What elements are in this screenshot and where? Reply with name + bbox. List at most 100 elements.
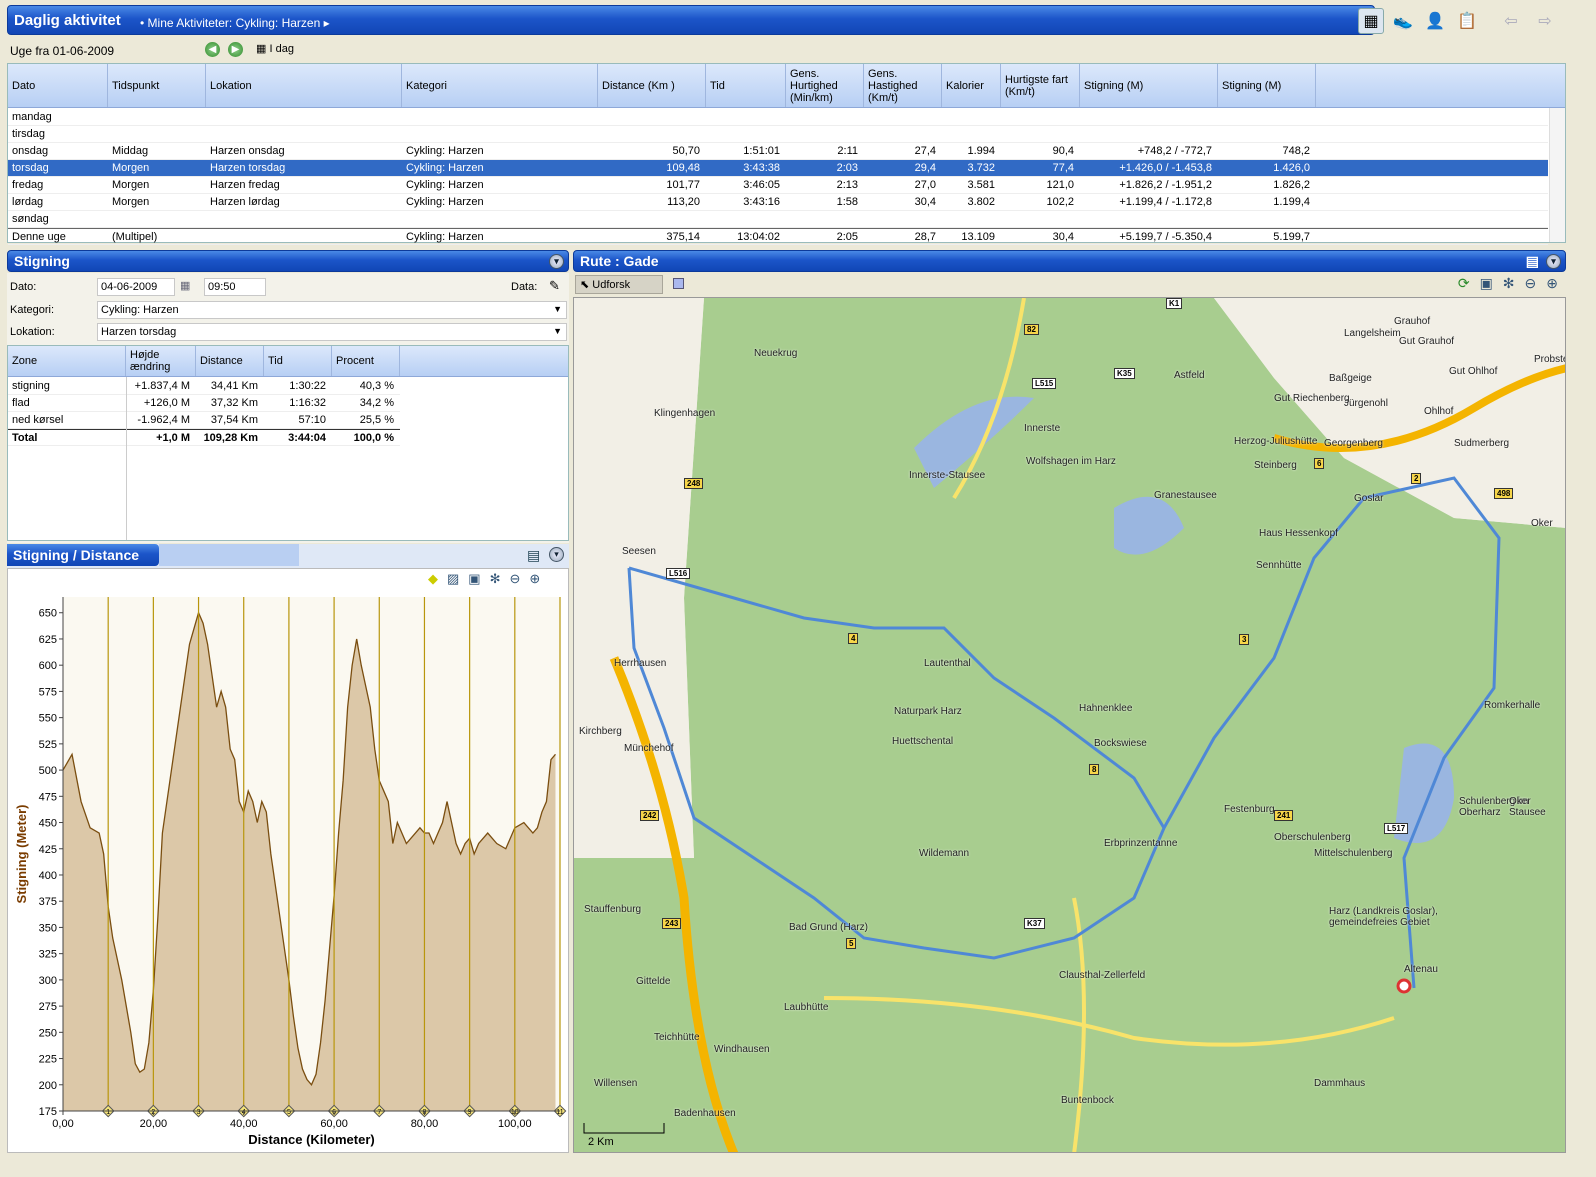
- y-tick-label: 275: [39, 1001, 57, 1013]
- table-cell: 2:03: [836, 162, 858, 174]
- save-icon[interactable]: ▣: [1480, 275, 1493, 292]
- settings-icon[interactable]: ✻: [1503, 275, 1515, 292]
- refresh-icon[interactable]: ⟳: [1458, 275, 1470, 292]
- place-label: Seesen: [622, 546, 656, 557]
- zoom-in-icon[interactable]: ⊕: [1546, 275, 1558, 292]
- table-cell: Cykling: Harzen: [406, 196, 484, 208]
- place-label: Probste: [1534, 354, 1566, 365]
- collapse-icon[interactable]: ▾: [549, 254, 564, 269]
- forward-arrow-icon[interactable]: ⇨: [1532, 8, 1558, 34]
- zone-cell: -1.962,4 M: [137, 414, 190, 426]
- road-shield: L516: [666, 568, 691, 579]
- column-header[interactable]: Dato: [8, 64, 108, 107]
- zone-column-header[interactable]: Procent: [332, 346, 400, 376]
- chevron-down-icon: ▼: [553, 326, 562, 336]
- layout-icon[interactable]: ▤: [527, 547, 540, 564]
- place-label: Astfeld: [1174, 370, 1205, 381]
- road-shield: L515: [1032, 378, 1057, 389]
- chart-title: Stigning / Distance: [13, 547, 140, 563]
- table-cell: 2:11: [837, 145, 858, 157]
- zoom-out-icon[interactable]: ⊖: [510, 571, 521, 587]
- calendar-icon[interactable]: ▦: [1358, 8, 1384, 34]
- column-header[interactable]: Distance (Km ): [598, 64, 706, 107]
- zone-row[interactable]: flad +126,0 M 37,32 Km 1:16:32 34,2 %: [8, 395, 400, 412]
- collapse-icon[interactable]: ▾: [1546, 254, 1561, 269]
- settings-icon[interactable]: ✻: [490, 571, 501, 587]
- kategori-select[interactable]: Cykling: Harzen ▼: [97, 301, 567, 319]
- column-header[interactable]: Lokation: [206, 64, 402, 107]
- column-header[interactable]: Stigning (M): [1218, 64, 1316, 107]
- table-row[interactable]: lørdag Morgen Harzen lørdag Cykling: Harzen…: [8, 194, 1548, 211]
- table-cell: fredag: [12, 179, 44, 191]
- table-scrollbar[interactable]: [1549, 108, 1565, 242]
- table-row[interactable]: torsdag Morgen Harzen torsdag Cykling: Harz…: [8, 160, 1548, 177]
- table-cell: Harzen lørdag: [210, 196, 280, 208]
- next-week-icon[interactable]: ▶: [228, 42, 243, 57]
- table-row[interactable]: fredag Morgen Harzen fredag Cykling: Harzen…: [8, 177, 1548, 194]
- zone-row[interactable]: Total +1,0 M 109,28 Km 3:44:04 100,0 %: [8, 429, 400, 446]
- athlete-icon[interactable]: 👤: [1422, 8, 1448, 34]
- table-row[interactable]: onsdag Middag Harzen onsdag Cykling: Harzen…: [8, 143, 1548, 160]
- map-view[interactable]: Langelsheim Astfeld Grauhof Gut Grauhof Gut …: [573, 297, 1566, 1153]
- zone-column-header[interactable]: Distance: [196, 346, 264, 376]
- report-icon[interactable]: 📋: [1454, 8, 1480, 34]
- table-row[interactable]: søndag: [8, 211, 1548, 228]
- table-row[interactable]: tirsdag: [8, 126, 1548, 143]
- column-header[interactable]: Tid: [706, 64, 786, 107]
- time-field[interactable]: 09:50: [204, 278, 266, 296]
- zoom-in-icon[interactable]: ⊕: [529, 571, 540, 587]
- back-arrow-icon[interactable]: ⇦: [1498, 8, 1524, 34]
- column-header[interactable]: Hurtigste fart (Km/t): [1001, 64, 1080, 107]
- table-row[interactable]: Denne uge (Multipel) Cykling: Harzen 375,14…: [8, 228, 1548, 245]
- y-tick-label: 525: [39, 739, 57, 751]
- table-cell: Cykling: Harzen: [406, 179, 484, 191]
- road-shield: 8: [1089, 764, 1100, 775]
- zone-column-header[interactable]: Tid: [264, 346, 332, 376]
- zone-cell: +1.837,4 M: [134, 380, 190, 392]
- table-cell: 1.426,0: [1273, 162, 1310, 174]
- column-header[interactable]: Kategori: [402, 64, 598, 107]
- marker-icon[interactable]: ◆: [428, 571, 438, 587]
- zone-column-header[interactable]: Højde ændring: [126, 346, 196, 376]
- place-label: Herzog-Juliushütte: [1234, 436, 1318, 447]
- place-label: Wolfshagen im Harz: [1026, 456, 1116, 467]
- breadcrumb[interactable]: • Mine Aktiviteter: Cykling: Harzen ▸: [140, 16, 330, 30]
- prev-week-icon[interactable]: ◀: [205, 42, 220, 57]
- column-header[interactable]: Gens. Hastighed (Km/t): [864, 64, 942, 107]
- shoe-icon[interactable]: 👟: [1390, 8, 1416, 34]
- date-picker-icon[interactable]: ▦: [180, 279, 190, 292]
- table-cell: 28,7: [914, 231, 936, 243]
- column-header[interactable]: Kalorier: [942, 64, 1001, 107]
- zone-column-header[interactable]: Zone: [8, 346, 126, 376]
- lokation-label: Lokation:: [10, 326, 55, 338]
- place-label: Mittelschulenberg: [1314, 848, 1393, 859]
- zoom-out-icon[interactable]: ⊖: [1525, 275, 1537, 292]
- zone-row[interactable]: stigning +1.837,4 M 34,41 Km 1:30:22 40,3 %: [8, 378, 400, 395]
- lokation-select[interactable]: Harzen torsdag ▼: [97, 323, 567, 341]
- column-header[interactable]: Gens. Hurtighed (Min/km): [786, 64, 864, 107]
- place-label: Granestausee: [1154, 490, 1217, 501]
- column-header[interactable]: Tidspunkt: [108, 64, 206, 107]
- zone-row[interactable]: ned kørsel -1.962,4 M 37,54 Km 57:10 25,5 %: [8, 412, 400, 429]
- column-header[interactable]: Stigning (M): [1080, 64, 1218, 107]
- elevation-chart[interactable]: 1234567891011175200225250275300325350375…: [8, 589, 568, 1152]
- table-cell: 3:43:16: [743, 196, 780, 208]
- zone-cell: 34,2 %: [359, 397, 394, 409]
- today-button[interactable]: ▦ I dag: [256, 42, 294, 55]
- collapse-icon[interactable]: ▾: [549, 547, 564, 562]
- date-field[interactable]: 04-06-2009: [97, 278, 175, 296]
- table-cell: 113,20: [667, 196, 700, 208]
- activity-table: Dato Tidspunkt Lokation Kategori Distance (K…: [7, 63, 1566, 245]
- table-cell: 1:51:01: [743, 145, 780, 157]
- chart-type-icon[interactable]: ▨: [447, 571, 459, 587]
- edit-pencil-icon[interactable]: ✎: [549, 278, 560, 294]
- chevron-down-icon: ▼: [553, 304, 562, 314]
- select-icon[interactable]: [673, 278, 684, 289]
- place-label: Teichhütte: [654, 1032, 700, 1043]
- table-cell: Cykling: Harzen: [406, 231, 484, 243]
- table-row[interactable]: mandag: [8, 109, 1548, 126]
- layout-icon[interactable]: ▤: [1526, 253, 1539, 270]
- save-icon[interactable]: ▣: [468, 571, 480, 587]
- explore-button[interactable]: ⬉ Udforsk: [575, 275, 663, 294]
- y-tick-label: 200: [39, 1080, 57, 1092]
